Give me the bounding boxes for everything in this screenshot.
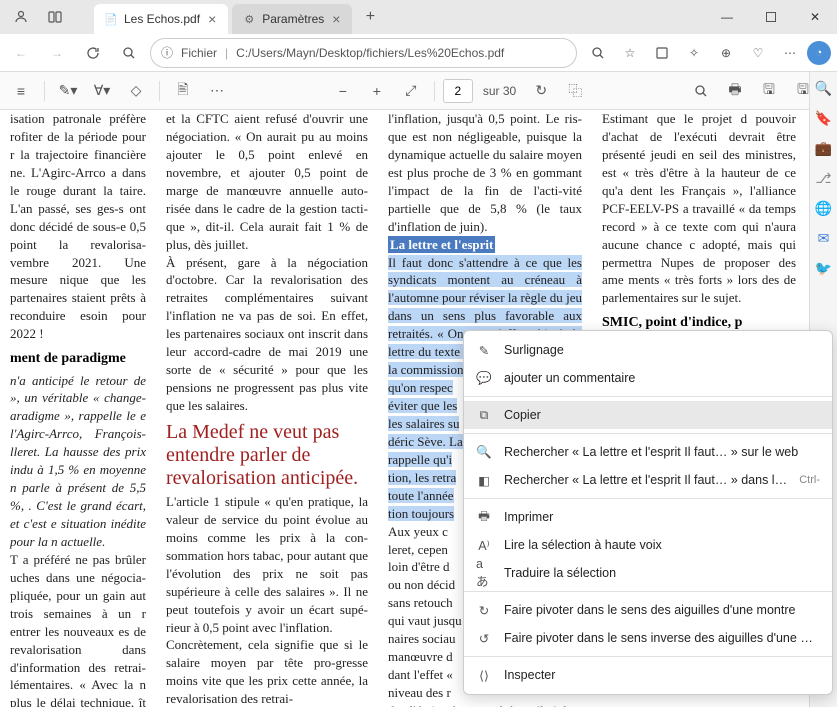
rotate-cw-icon: ↻ xyxy=(476,602,492,618)
rotate-icon[interactable]: ↻ xyxy=(526,76,556,106)
url-protocol: Fichier xyxy=(181,46,217,60)
bird-icon[interactable]: 🐦 xyxy=(814,258,834,278)
ctx-highlight[interactable]: ✎ Surlignage xyxy=(464,336,832,364)
tab-label: Les Echos.pdf xyxy=(124,12,200,26)
highlight-icon[interactable]: ∀▾ xyxy=(87,76,117,106)
performance-icon[interactable]: ⊕ xyxy=(711,38,741,68)
workspaces-icon[interactable] xyxy=(40,2,70,32)
url-box[interactable]: ⓘ Fichier | C:/Users/Mayn/Desktop/fichie… xyxy=(150,38,577,68)
ctx-search-sidebar[interactable]: ◧ Rechercher « La lettre et l'esprit Il … xyxy=(464,466,832,494)
close-button[interactable]: ✕ xyxy=(793,0,837,34)
profile-avatar[interactable]: ◔ xyxy=(807,41,831,65)
find-icon[interactable] xyxy=(686,76,716,106)
ctx-copy[interactable]: ⧉ Copier xyxy=(464,401,832,429)
body-text: L'article 1 stipule « qu'en pratique, la… xyxy=(166,493,368,637)
reload-button[interactable] xyxy=(78,38,108,68)
body-text: isation patronale préfère rofiter de la … xyxy=(10,110,146,343)
print-icon[interactable]: 🖶 xyxy=(720,76,750,106)
body-text: T a préféré ne pas brûler uches dans une… xyxy=(10,551,146,707)
read-aloud-icon: A⁾ xyxy=(476,537,492,553)
ctx-inspect[interactable]: ⟨⟩ Inspecter xyxy=(464,661,832,689)
body-text: n'a anticipé le retour de », un véritabl… xyxy=(10,372,146,551)
zoom-in-icon[interactable]: + xyxy=(362,76,392,106)
new-tab-button[interactable]: + xyxy=(356,3,384,31)
ctx-rotate-cw[interactable]: ↻ Faire pivoter dans le sens des aiguill… xyxy=(464,596,832,624)
ctx-print[interactable]: 🖶 Imprimer xyxy=(464,503,832,531)
minimize-button[interactable]: — xyxy=(705,0,749,34)
tab-label: Paramètres xyxy=(262,12,324,26)
page-count: sur 30 xyxy=(477,84,522,98)
body-text: Estimant que le projet d pouvoir d'achat… xyxy=(602,110,796,307)
copy-icon: ⧉ xyxy=(476,407,492,423)
close-icon[interactable]: × xyxy=(330,11,342,27)
sidebar-icon: ◧ xyxy=(476,472,492,488)
url-path: C:/Users/Mayn/Desktop/fichiers/Les%20Ech… xyxy=(236,46,504,60)
maximize-button[interactable] xyxy=(749,0,793,34)
search-icon: 🔍 xyxy=(476,444,492,460)
search-in-page-icon[interactable] xyxy=(114,38,144,68)
ctx-rotate-ccw[interactable]: ↺ Faire pivoter dans le sens inverse des… xyxy=(464,624,832,652)
context-menu: ✎ Surlignage 💬 ajouter un commentaire ⧉ … xyxy=(463,330,833,695)
ctx-translate[interactable]: aあ Traduire la sélection xyxy=(464,559,832,587)
draw-icon[interactable]: ✎▾ xyxy=(53,76,83,106)
search-icon[interactable]: 🔍 xyxy=(814,78,834,98)
zoom-out-icon[interactable]: − xyxy=(328,76,358,106)
pdf-toolbar: ≡ ✎▾ ∀▾ ◇ 🖹 ⋯ − + ⤢ sur 30 ↻ ⿻ 🖶 🖫 🖫 xyxy=(0,72,837,110)
info-icon: ⓘ xyxy=(161,44,173,61)
tab-active[interactable]: 📄 Les Echos.pdf × xyxy=(94,4,228,34)
globe-icon[interactable]: 🌐 xyxy=(814,198,834,218)
ctx-search-web[interactable]: 🔍 Rechercher « La lettre et l'esprit Il … xyxy=(464,438,832,466)
pull-quote: La Medef ne veut pas entendre parler de … xyxy=(166,421,368,490)
save-icon[interactable]: 🖫 xyxy=(754,76,784,106)
extensions-icon[interactable] xyxy=(647,38,677,68)
page-input[interactable] xyxy=(443,79,473,103)
code-icon[interactable]: ⎇ xyxy=(814,168,834,188)
briefcase-icon[interactable]: 💼 xyxy=(814,138,834,158)
tag-icon[interactable]: 🔖 xyxy=(814,108,834,128)
favorite-icon[interactable]: ☆ xyxy=(615,38,645,68)
zoom-icon[interactable] xyxy=(583,38,613,68)
ctx-comment[interactable]: 💬 ajouter un commentaire xyxy=(464,364,832,392)
close-icon[interactable]: × xyxy=(206,11,218,27)
pdf-file-icon: 📄 xyxy=(104,12,118,26)
profile-menu-icon[interactable] xyxy=(6,2,36,32)
body-text: et la CFTC aient refusé d'ouvrir une nég… xyxy=(166,110,368,254)
rotate-ccw-icon: ↺ xyxy=(476,630,492,646)
titlebar: 📄 Les Echos.pdf × ⚙ Paramètres × + — ✕ xyxy=(0,0,837,34)
body-text: À présent, gare à la négociation d'octob… xyxy=(166,254,368,415)
outlook-icon[interactable]: ✉ xyxy=(814,228,834,248)
ctx-read-aloud[interactable]: A⁾ Lire la sélection à haute voix xyxy=(464,531,832,559)
pen-icon: ✎ xyxy=(476,342,492,358)
erase-icon[interactable]: ◇ xyxy=(121,76,151,106)
back-button[interactable]: ← xyxy=(6,38,36,68)
toc-icon[interactable]: ≡ xyxy=(6,76,36,106)
forward-button[interactable]: → xyxy=(42,38,72,68)
translate-icon: aあ xyxy=(476,565,492,581)
page-view-icon[interactable]: ⿻ xyxy=(560,76,590,106)
collections-icon[interactable]: ✧ xyxy=(679,38,709,68)
more-tools-icon[interactable]: ⋯ xyxy=(202,76,232,106)
body-text: de l'Agirc-Arrco, répète-t-il inlas-sabl… xyxy=(388,702,582,707)
comment-icon: 💬 xyxy=(476,370,492,386)
body-text: l'inflation, jusqu'à 0,5 point. Le ris-q… xyxy=(388,110,582,236)
addressbar: ← → ⓘ Fichier | C:/Users/Mayn/Desktop/fi… xyxy=(0,34,837,72)
subheading: ment de paradigme xyxy=(10,349,146,368)
inspect-icon: ⟨⟩ xyxy=(476,667,492,683)
heart-icon[interactable]: ♡ xyxy=(743,38,773,68)
more-icon[interactable]: ⋯ xyxy=(775,38,805,68)
tab-inactive[interactable]: ⚙ Paramètres × xyxy=(232,4,352,34)
fit-icon[interactable]: ⤢ xyxy=(396,76,426,106)
body-text: Concrètement, cela signifie que si le sa… xyxy=(166,636,368,707)
text-icon[interactable]: 🖹 xyxy=(168,76,198,106)
gear-icon: ⚙ xyxy=(242,12,256,26)
print-icon: 🖶 xyxy=(476,509,492,525)
